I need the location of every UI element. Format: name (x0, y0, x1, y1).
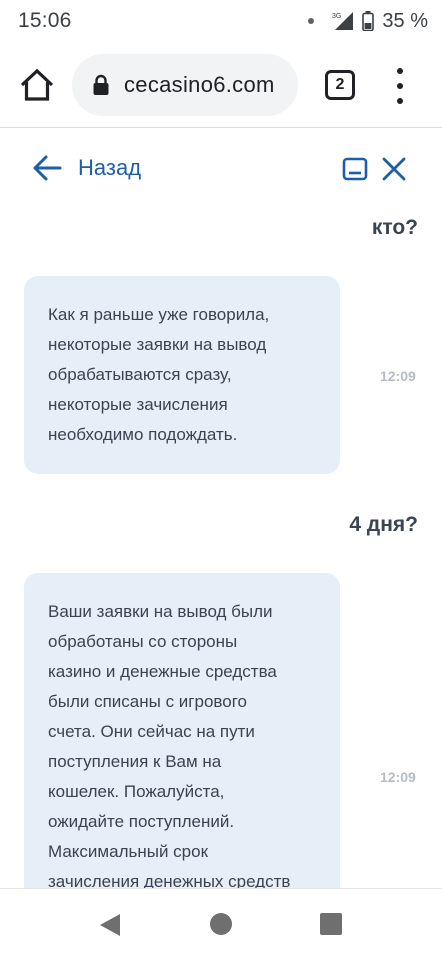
agent-message: Ваши заявки на вывод были обработаны со … (24, 573, 340, 888)
battery-level: 35 % (382, 9, 428, 32)
agent-message: Как я раньше уже говорила, некоторые зая… (24, 276, 340, 474)
back-button[interactable]: Назад (32, 152, 141, 184)
agent-message-text: Как я раньше уже говорила, некоторые зая… (48, 305, 270, 444)
status-bar: 15:06 3G 35 % (0, 0, 442, 42)
chat-messages[interactable]: кто? Как я раньше уже говорила, некоторы… (0, 208, 442, 888)
notification-dot-icon (308, 18, 315, 24)
chat-header: Назад (0, 128, 442, 208)
browser-toolbar: cecasino6.com 2 (0, 42, 442, 128)
home-icon[interactable] (18, 66, 56, 104)
agent-message-text: Ваши заявки на вывод были обработаны со … (48, 602, 291, 888)
user-message: 4 дня? (349, 513, 418, 536)
nav-back-icon[interactable] (98, 913, 122, 937)
tabs-button[interactable]: 2 (325, 70, 355, 100)
address-bar[interactable]: cecasino6.com (72, 54, 298, 116)
user-message: кто? (371, 216, 418, 239)
message-time: 12:09 (380, 368, 416, 384)
back-label: Назад (78, 155, 142, 180)
status-time: 15:06 (18, 9, 72, 32)
system-nav-bar (0, 888, 442, 960)
tab-count: 2 (335, 76, 345, 93)
network-type-label: 3G (332, 13, 341, 20)
status-icons: 3G 35 % (308, 9, 428, 33)
lock-icon (93, 74, 109, 95)
battery-icon (362, 11, 375, 31)
message-time: 12:09 (380, 769, 416, 785)
signal-icon: 3G (332, 12, 354, 30)
nav-home-icon[interactable] (210, 913, 232, 935)
close-icon[interactable] (381, 156, 407, 182)
url-text: cecasino6.com (124, 72, 275, 97)
arrow-left-icon (33, 155, 62, 181)
nav-recent-icon[interactable] (320, 913, 342, 935)
minimize-icon[interactable] (342, 156, 368, 182)
menu-icon[interactable] (394, 68, 406, 104)
